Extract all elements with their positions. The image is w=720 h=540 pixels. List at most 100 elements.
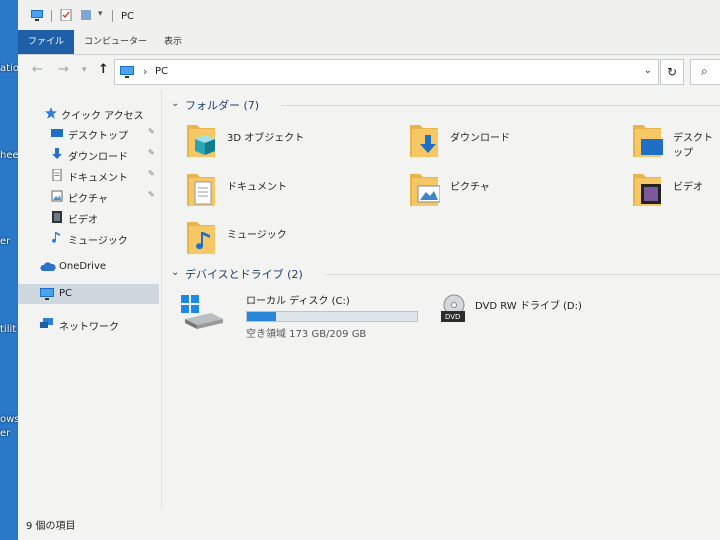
folder-item-pictures[interactable]: ピクチャ [410,172,610,212]
sidebar-item-pc[interactable]: PC [18,284,159,304]
pin-icon: ✎ [148,190,155,199]
sidebar-item-label: ピクチャ [68,194,108,205]
chevron-down-icon[interactable]: ⌄ [171,98,179,109]
sidebar-item-label: OneDrive [59,261,107,272]
folder-label: デスクトップ [673,133,713,159]
folder-item-downloads[interactable]: ダウンロード [410,123,610,163]
sidebar-item-label: ミュージック [68,236,128,247]
tab-view[interactable]: 表示 [154,30,192,54]
breadcrumb-separator[interactable]: › [143,65,147,78]
pin-icon: ✎ [148,148,155,157]
sidebar-item-desktop[interactable]: デスクトップ ✎ [18,123,159,143]
folder-document-icon [187,174,215,206]
search-icon: ⌕ [701,64,708,78]
desktop-label: tilit [0,324,17,335]
sidebar-item-label: ドキュメント [68,173,128,184]
folder-label: ミュージック [227,230,287,241]
pin-icon: ✎ [148,127,155,136]
pc-icon [31,10,43,21]
divider [112,10,113,22]
properties-icon[interactable] [60,9,72,21]
sidebar-item-label: ビデオ [68,215,98,226]
sidebar-item-videos[interactable]: ビデオ [18,207,159,227]
group-title: フォルダー (7) [185,99,260,112]
dvd-badge: DVD [445,313,461,321]
back-icon[interactable]: ← [32,62,43,77]
breadcrumb-pc[interactable]: PC [155,66,168,77]
folder-desktop-icon [633,125,663,157]
desktop-label: er [0,428,11,439]
search-input[interactable]: ⌕ [690,59,720,85]
new-folder-icon[interactable] [80,9,92,21]
explorer-window: ▾ PC ファイル コンピューター 表示 ← → ▾ ↑ › PC ⌄ ↻ ⌕ … [18,0,720,540]
title-bar: ▾ PC [18,0,720,30]
picture-icon [51,190,63,202]
divider [51,10,52,22]
desktop-label: ows [0,414,20,425]
address-input[interactable]: › PC ⌄ [114,59,659,85]
sidebar-item-label: ダウンロード [68,152,128,163]
download-icon [52,148,62,159]
up-icon[interactable]: ↑ [98,62,109,77]
folders-group-header[interactable]: ⌄ フォルダー (7) [171,97,720,115]
sidebar-item-network[interactable]: ネットワーク [18,314,159,334]
drive-label: ローカル ディスク (C:) [246,296,350,307]
chevron-down-icon[interactable]: ⌄ [171,267,179,278]
sidebar-item-pictures[interactable]: ピクチャ ✎ [18,186,159,206]
network-icon [40,318,53,328]
folder-label: ダウンロード [450,133,510,144]
folder-item-videos[interactable]: ビデオ [633,172,720,212]
window-title: PC [121,11,135,22]
drive-label: DVD RW ドライブ (D:) [475,301,582,312]
pin-icon: ✎ [148,169,155,178]
folder-item-3d-objects[interactable]: 3D オブジェクト [187,123,387,163]
folder-item-desktop[interactable]: デスクトップ [633,123,720,163]
folder-3d-icon [187,125,215,157]
sidebar-item-documents[interactable]: ドキュメント ✎ [18,165,159,185]
folder-item-documents[interactable]: ドキュメント [187,172,387,212]
folder-music-icon [187,222,215,254]
folder-label: ピクチャ [450,182,490,193]
document-icon [52,169,62,181]
pc-icon [40,288,54,300]
disk-usage-fill [247,312,276,321]
folder-label: 3D オブジェクト [227,133,305,144]
sidebar-item-downloads[interactable]: ダウンロード ✎ [18,144,159,164]
divider [326,274,720,275]
address-bar-row: ← → ▾ ↑ › PC ⌄ ↻ ⌕ [18,55,720,89]
drive-item-c[interactable]: ローカル ディスク (C:) 空き領域 173 GB/209 GB [181,289,421,340]
tab-computer[interactable]: コンピューター [74,30,157,54]
sidebar-item-label: デスクトップ [68,131,128,142]
sidebar-item-music[interactable]: ミュージック [18,228,159,248]
sidebar-item-label: クイック アクセス [61,111,144,122]
item-count: 9 個の項目 [26,521,76,532]
tab-file[interactable]: ファイル [18,30,75,54]
free-space-text: 空き領域 173 GB/209 GB [246,329,367,340]
divider [281,105,720,106]
ribbon-tabs: ファイル コンピューター 表示 [18,30,720,55]
refresh-button[interactable]: ↻ [660,59,684,85]
cloud-icon [40,262,56,271]
folder-label: ビデオ [673,182,703,193]
content-pane: ⌄ フォルダー (7) 3D オブジェクト ダウンロード デスクトップ ドキュメ… [163,89,720,509]
sidebar-item-label: ネットワーク [59,322,119,333]
sidebar-item-quick-access[interactable]: クイック アクセス [18,103,159,123]
folder-download-icon [410,125,438,157]
disk-usage-bar [246,311,418,322]
forward-icon[interactable]: → [58,62,69,77]
sidebar-item-label: PC [59,288,73,299]
folder-picture-icon [410,174,440,206]
pc-icon [120,66,134,78]
sidebar-item-onedrive[interactable]: OneDrive [18,257,159,277]
chevron-down-icon[interactable]: ⌄ [644,65,652,76]
devices-group-header[interactable]: ⌄ デバイスとドライブ (2) [171,266,720,284]
desktop-icon [51,129,63,137]
recent-locations-icon[interactable]: ▾ [82,65,87,75]
status-bar: 9 個の項目 [18,509,720,540]
customize-toolbar-icon[interactable]: ▾ [98,9,103,19]
folder-label: ドキュメント [227,182,287,193]
drive-item-d[interactable]: DVD DVD RW ドライブ (D:) [425,289,625,329]
folder-item-music[interactable]: ミュージック [187,220,387,260]
folder-video-icon [633,174,661,206]
windows-drive-icon [181,295,223,329]
